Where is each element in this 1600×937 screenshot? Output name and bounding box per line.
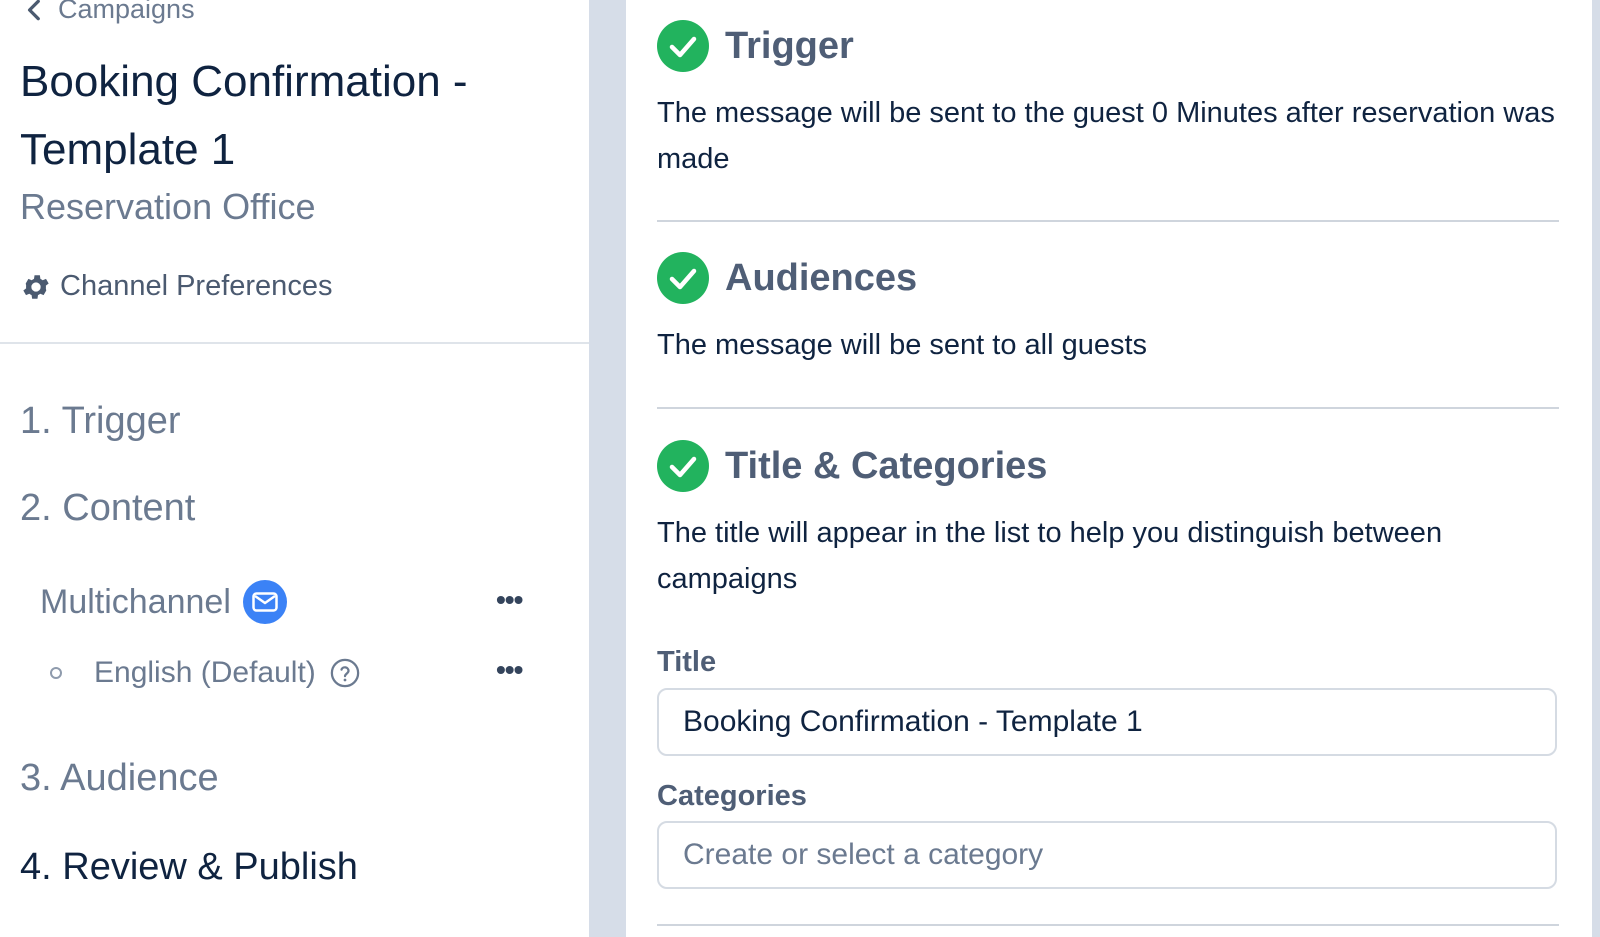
content-item-multichannel[interactable]: Multichannel xyxy=(40,580,287,624)
check-circle-icon xyxy=(657,20,709,72)
channel-preferences-link[interactable]: Channel Preferences xyxy=(20,270,332,303)
panel-gutter xyxy=(589,0,626,937)
title-categories-section: Title & Categories The title will appear… xyxy=(657,440,1559,602)
content-item-language[interactable]: English (Default) xyxy=(50,656,360,690)
title-field-label: Title xyxy=(657,646,717,678)
check-circle-icon xyxy=(657,440,709,492)
audiences-section: Audiences The message will be sent to al… xyxy=(657,252,1559,368)
mail-icon xyxy=(242,580,287,624)
page-subtitle: Reservation Office xyxy=(20,186,316,227)
bullet-icon xyxy=(50,667,62,679)
categories-input[interactable] xyxy=(657,821,1557,889)
step-audience[interactable]: 3. Audience xyxy=(20,757,219,800)
step-review-publish[interactable]: 4. Review & Publish xyxy=(20,846,358,889)
multichannel-more-icon[interactable]: ••• xyxy=(496,584,523,616)
language-more-icon[interactable]: ••• xyxy=(496,654,523,686)
title-input[interactable] xyxy=(657,688,1557,756)
back-link[interactable]: Campaigns xyxy=(22,0,195,25)
trigger-section: Trigger The message will be sent to the … xyxy=(657,20,1559,182)
chevron-left-icon xyxy=(27,0,40,20)
title-categories-section-text: The title will appear in the list to hel… xyxy=(657,517,1443,595)
section-divider xyxy=(657,407,1559,409)
channel-preferences-label: Channel Preferences xyxy=(60,270,333,302)
language-label: English (Default) xyxy=(94,656,316,689)
multichannel-label: Multichannel xyxy=(40,582,231,621)
section-divider xyxy=(657,924,1559,926)
step-trigger[interactable]: 1. Trigger xyxy=(20,400,181,443)
audiences-section-text: The message will be sent to all guests xyxy=(657,329,1148,361)
sidebar: Campaigns Booking Confirmation - Templat… xyxy=(0,0,589,937)
check-circle-icon xyxy=(657,252,709,304)
step-content[interactable]: 2. Content xyxy=(20,487,195,530)
audiences-section-title: Audiences xyxy=(725,256,918,299)
right-edge-gutter xyxy=(1592,0,1600,937)
sidebar-divider xyxy=(0,342,589,344)
section-divider xyxy=(657,220,1559,222)
trigger-section-title: Trigger xyxy=(725,24,854,67)
gear-icon xyxy=(23,274,49,299)
back-link-label: Campaigns xyxy=(58,0,195,24)
categories-field-label: Categories xyxy=(657,780,807,812)
trigger-section-text: The message will be sent to the guest 0 … xyxy=(657,97,1555,175)
page-title: Booking Confirmation - Template 1 xyxy=(20,57,468,174)
help-icon[interactable] xyxy=(330,658,360,688)
title-categories-section-title: Title & Categories xyxy=(725,444,1048,487)
